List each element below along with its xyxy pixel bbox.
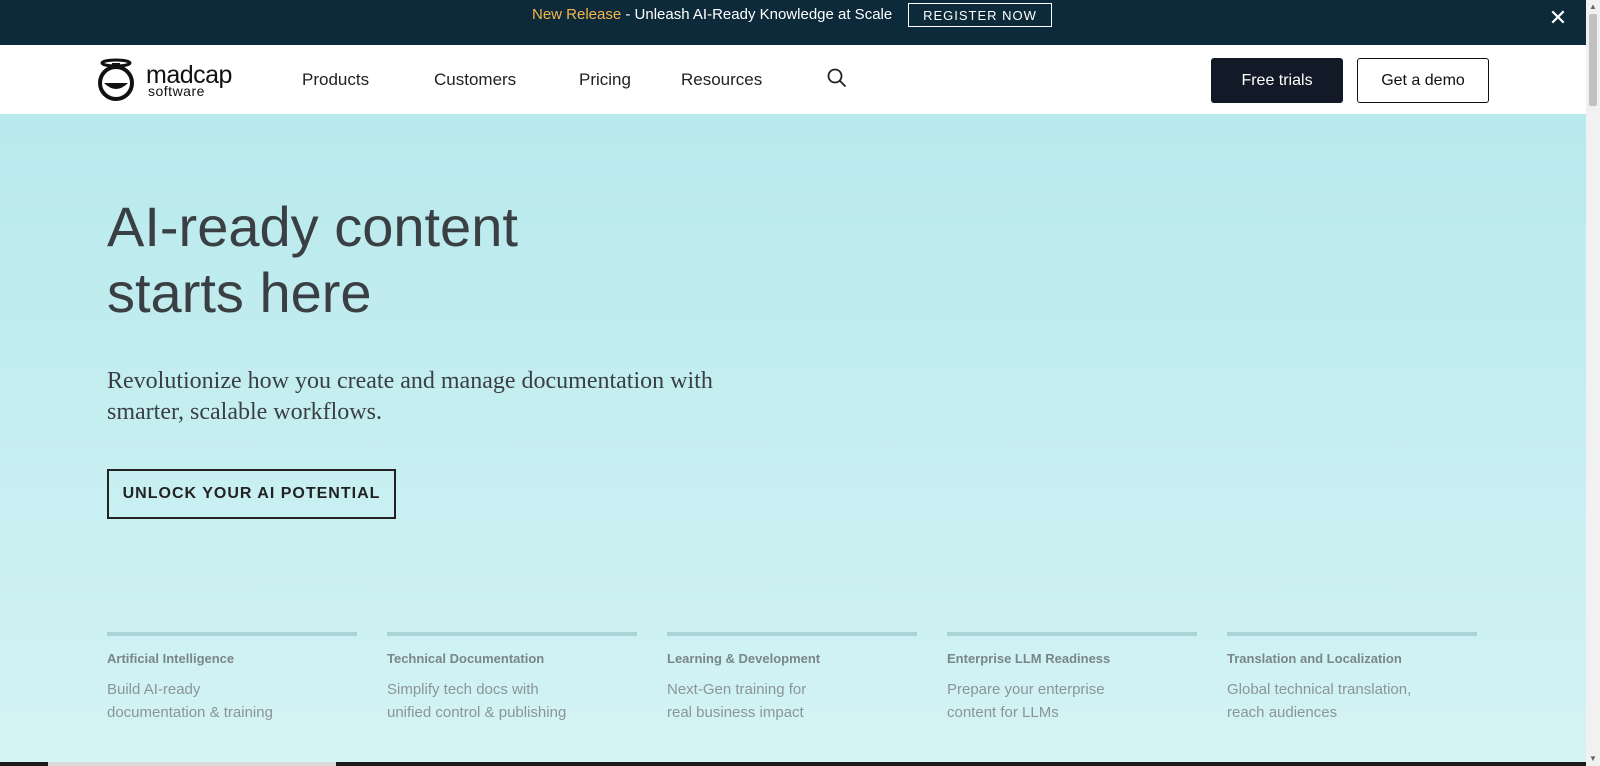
- card-enterprise-llm-readiness[interactable]: Enterprise LLM Readiness Prepare your en…: [947, 632, 1197, 724]
- logo-subtext: software: [148, 83, 205, 99]
- card-category: Artificial Intelligence: [107, 651, 235, 666]
- card-learning-development[interactable]: Learning & Development Next-Gen training…: [667, 632, 917, 724]
- close-icon[interactable]: ✕: [1548, 7, 1568, 29]
- hero-section: AI-ready content starts here Revolutioni…: [0, 114, 1586, 766]
- hero-title-line1: AI-ready content: [107, 195, 518, 258]
- card-description-line2: unified control & publishing: [387, 704, 567, 721]
- free-trials-button[interactable]: Free trials: [1211, 58, 1343, 103]
- card-description-line1: Global technical translation,: [1227, 681, 1412, 698]
- card-description: Next-Gen training for real business impa…: [667, 678, 867, 724]
- card-description-line2: content for LLMs: [947, 704, 1059, 721]
- card-divider: [947, 632, 1197, 636]
- card-category: Enterprise LLM Readiness: [947, 651, 1111, 666]
- card-description-line1: Build AI-ready: [107, 681, 201, 698]
- unlock-ai-potential-button[interactable]: UNLOCK YOUR AI POTENTIAL: [107, 469, 396, 519]
- card-divider: [667, 632, 917, 636]
- get-demo-button[interactable]: Get a demo: [1357, 58, 1489, 103]
- card-description-line1: Simplify tech docs with: [387, 681, 539, 698]
- card-description-line1: Prepare your enterprise: [947, 681, 1105, 698]
- announcement-bar: New Release - Unleash AI-Ready Knowledge…: [0, 0, 1586, 45]
- card-description: Prepare your enterprise content for LLMs: [947, 678, 1147, 724]
- card-category: Technical Documentation: [387, 651, 545, 666]
- card-artificial-intelligence[interactable]: Artificial Intelligence Build AI-ready d…: [107, 632, 357, 724]
- nav-resources[interactable]: Resources: [681, 70, 762, 90]
- card-description-line2: documentation & training: [107, 704, 273, 721]
- nav-pricing[interactable]: Pricing: [579, 70, 631, 90]
- card-divider: [387, 632, 637, 636]
- nav-products[interactable]: Products: [302, 70, 369, 90]
- card-description: Build AI-ready documentation & training: [107, 678, 307, 724]
- card-divider: [107, 632, 357, 636]
- announcement-text: - Unleash AI-Ready Knowledge at Scale: [621, 6, 893, 23]
- solution-cards: Artificial Intelligence Build AI-ready d…: [107, 632, 1479, 742]
- hero-title: AI-ready content starts here: [107, 194, 667, 326]
- card-category: Learning & Development: [667, 651, 821, 666]
- card-divider: [1227, 632, 1477, 636]
- page-scrollbar[interactable]: ▲ ▼: [1586, 0, 1600, 766]
- next-section-light-block: [48, 762, 336, 766]
- card-description-line1: Next-Gen training for: [667, 681, 807, 698]
- hero-subtitle: Revolutionize how you create and manage …: [107, 368, 713, 425]
- card-description: Global technical translation, reach audi…: [1227, 678, 1427, 724]
- card-description-line2: real business impact: [667, 704, 804, 721]
- site-header: madcap software Products Customers Prici…: [0, 45, 1586, 114]
- register-now-button[interactable]: REGISTER NOW: [908, 3, 1052, 27]
- scroll-up-icon[interactable]: ▲: [1586, 0, 1600, 14]
- madcap-logo[interactable]: madcap software: [94, 57, 254, 101]
- next-section-edge: [0, 762, 1586, 766]
- madcap-logo-mark: [98, 58, 134, 101]
- nav-customers[interactable]: Customers: [434, 70, 516, 90]
- search-icon[interactable]: [826, 67, 848, 89]
- card-description-line2: reach audiences: [1227, 704, 1338, 721]
- card-technical-documentation[interactable]: Technical Documentation Simplify tech do…: [387, 632, 637, 724]
- hero-title-line2: starts here: [107, 261, 372, 324]
- card-translation-localization[interactable]: Translation and Localization Global tech…: [1227, 632, 1477, 724]
- card-category: Translation and Localization: [1227, 651, 1402, 666]
- card-description: Simplify tech docs with unified control …: [387, 678, 587, 724]
- scrollbar-thumb[interactable]: [1589, 14, 1597, 106]
- announcement-message: New Release - Unleash AI-Ready Knowledge…: [532, 7, 892, 23]
- scroll-down-icon[interactable]: ▼: [1586, 752, 1600, 766]
- announcement-highlight: New Release: [532, 6, 622, 23]
